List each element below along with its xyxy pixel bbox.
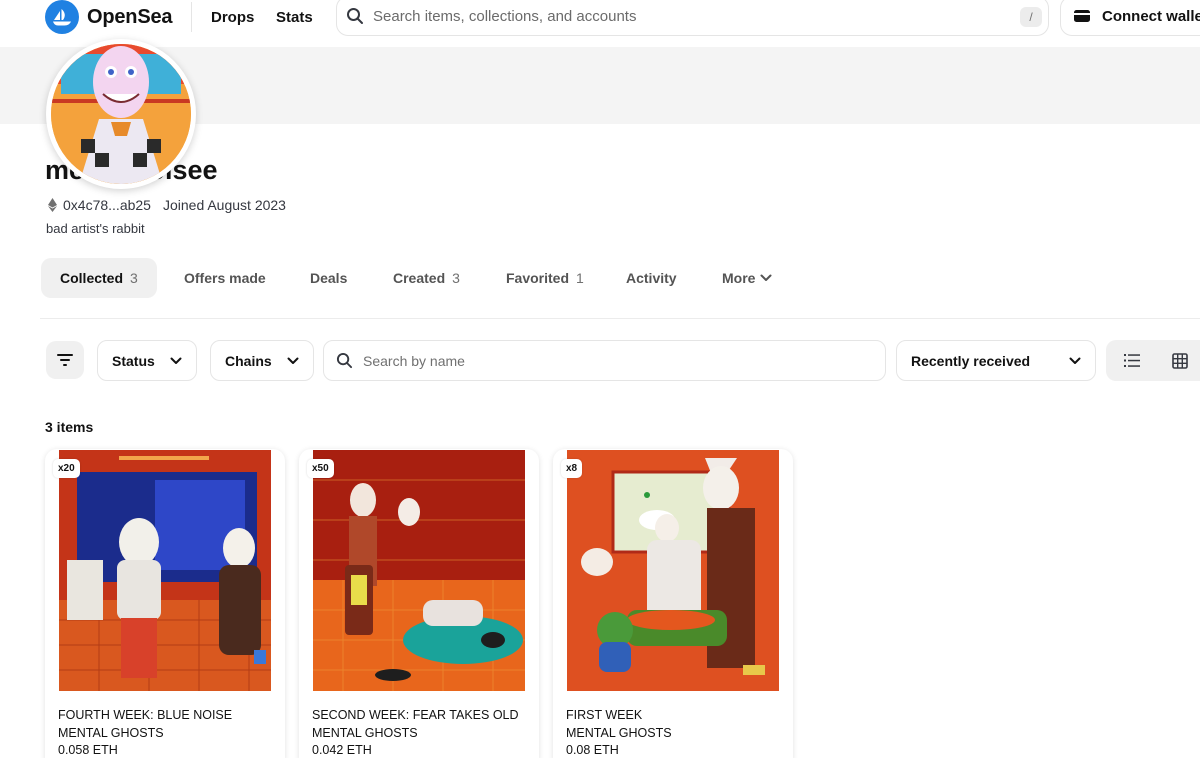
status-dropdown[interactable]: Status	[97, 340, 197, 381]
nft-title: FIRST WEEK MENTAL GHOSTS	[566, 706, 786, 742]
sort-dropdown-label: Recently received	[911, 352, 1031, 369]
grid-view-button[interactable]	[1158, 344, 1200, 377]
tab-collected[interactable]: Collected 3	[41, 258, 157, 298]
nft-image	[567, 450, 779, 691]
nft-image	[313, 450, 525, 691]
search-icon	[336, 352, 353, 369]
opensea-logo[interactable]: OpenSea	[45, 0, 173, 34]
tab-activity[interactable]: Activity	[607, 258, 696, 298]
nft-title-line-1: SECOND WEEK: FEAR TAKES OLD	[312, 708, 519, 722]
nft-title: FOURTH WEEK: BLUE NOISE MENTAL GHOSTS	[58, 706, 278, 742]
quantity-badge: x8	[561, 459, 583, 478]
tab-label: Favorited	[506, 270, 570, 286]
nft-title-line-1: FIRST WEEK	[566, 708, 643, 722]
nft-price: 0.08 ETH	[566, 743, 619, 757]
search-by-name-input[interactable]: Search by name	[323, 340, 886, 381]
global-search-placeholder: Search items, collections, and accounts	[373, 7, 637, 25]
nav-link-drops[interactable]: Drops	[211, 9, 254, 26]
filter-icon	[57, 354, 73, 366]
wallet-address[interactable]: 0x4c78...ab25	[63, 197, 151, 213]
list-view-icon	[1124, 354, 1140, 367]
chevron-down-icon	[287, 357, 299, 364]
profile-bio: bad artist's rabbit	[46, 221, 145, 236]
chains-dropdown[interactable]: Chains	[210, 340, 314, 381]
tab-label: More	[722, 270, 756, 286]
global-search-input[interactable]: Search items, collections, and accounts …	[336, 0, 1049, 36]
view-toggle	[1106, 340, 1200, 381]
sort-dropdown[interactable]: Recently received	[896, 340, 1096, 381]
connect-wallet-button[interactable]: Connect wallet	[1060, 0, 1200, 36]
chevron-down-icon	[1069, 357, 1081, 364]
tab-label: Collected	[60, 270, 124, 286]
quantity-badge: x20	[53, 459, 80, 478]
nft-title-line-1: FOURTH WEEK: BLUE NOISE	[58, 708, 233, 722]
search-shortcut-key: /	[1020, 7, 1042, 27]
nft-price: 0.042 ETH	[312, 743, 372, 757]
tab-count: 3	[452, 270, 460, 286]
items-count: 3 items	[45, 419, 94, 435]
nft-price: 0.058 ETH	[58, 743, 118, 757]
chevron-down-icon	[760, 274, 772, 281]
tab-favorited[interactable]: Favorited 1	[487, 258, 603, 298]
nft-collection-name: MENTAL GHOSTS	[312, 726, 418, 740]
nav-link-stats[interactable]: Stats	[276, 9, 313, 26]
tab-label: Activity	[626, 270, 677, 286]
tabs-divider	[40, 318, 1200, 319]
list-view-button[interactable]	[1110, 344, 1154, 377]
quantity-badge: x50	[307, 459, 334, 478]
nft-collection-name: MENTAL GHOSTS	[566, 726, 672, 740]
tab-label: Offers made	[184, 270, 266, 286]
nft-card[interactable]: x50 SECOND WEEK: FEAR TAKES OLD MENTAL G…	[299, 449, 539, 758]
ethereum-icon	[48, 198, 57, 212]
tab-more[interactable]: More	[703, 258, 791, 298]
nft-card[interactable]: x20 FOURTH WEEK: BLUE NOISE MENTAL GHOST…	[45, 449, 285, 758]
profile-page: OpenSea Drops Stats Search items, collec…	[0, 0, 1200, 758]
opensea-logo-icon	[45, 0, 79, 34]
tab-count: 3	[130, 270, 138, 286]
avatar-art	[51, 44, 191, 184]
search-icon	[347, 8, 363, 24]
nft-title: SECOND WEEK: FEAR TAKES OLD MENTAL GHOST…	[312, 706, 532, 742]
tab-created[interactable]: Created 3	[374, 258, 479, 298]
chevron-down-icon	[170, 357, 182, 364]
chains-dropdown-label: Chains	[225, 352, 272, 369]
connect-wallet-label: Connect wallet	[1102, 7, 1200, 25]
grid-view-icon	[1172, 352, 1188, 369]
status-dropdown-label: Status	[112, 352, 155, 369]
tab-label: Created	[393, 270, 446, 286]
nav-divider	[191, 2, 192, 32]
top-navigation: OpenSea Drops Stats Search items, collec…	[0, 0, 1200, 38]
search-by-name-placeholder: Search by name	[363, 352, 465, 369]
wallet-icon	[1074, 10, 1090, 22]
joined-date: Joined August 2023	[162, 197, 286, 213]
profile-avatar[interactable]	[46, 39, 196, 189]
nft-collection-name: MENTAL GHOSTS	[58, 726, 164, 740]
tab-count: 1	[576, 270, 584, 286]
tab-label: Deals	[310, 270, 348, 286]
filter-toggle-button[interactable]	[46, 341, 84, 379]
profile-meta: 0x4c78...ab25 Joined August 2023	[48, 197, 286, 213]
nft-card[interactable]: x8 FIRST WEEK MENTAL GHOSTS 0.08 ETH	[553, 449, 793, 758]
tab-deals[interactable]: Deals	[291, 258, 366, 298]
tab-offers-made[interactable]: Offers made	[165, 258, 285, 298]
profile-banner	[0, 39, 1200, 189]
nft-image	[59, 450, 271, 691]
app-name: OpenSea	[87, 5, 173, 28]
